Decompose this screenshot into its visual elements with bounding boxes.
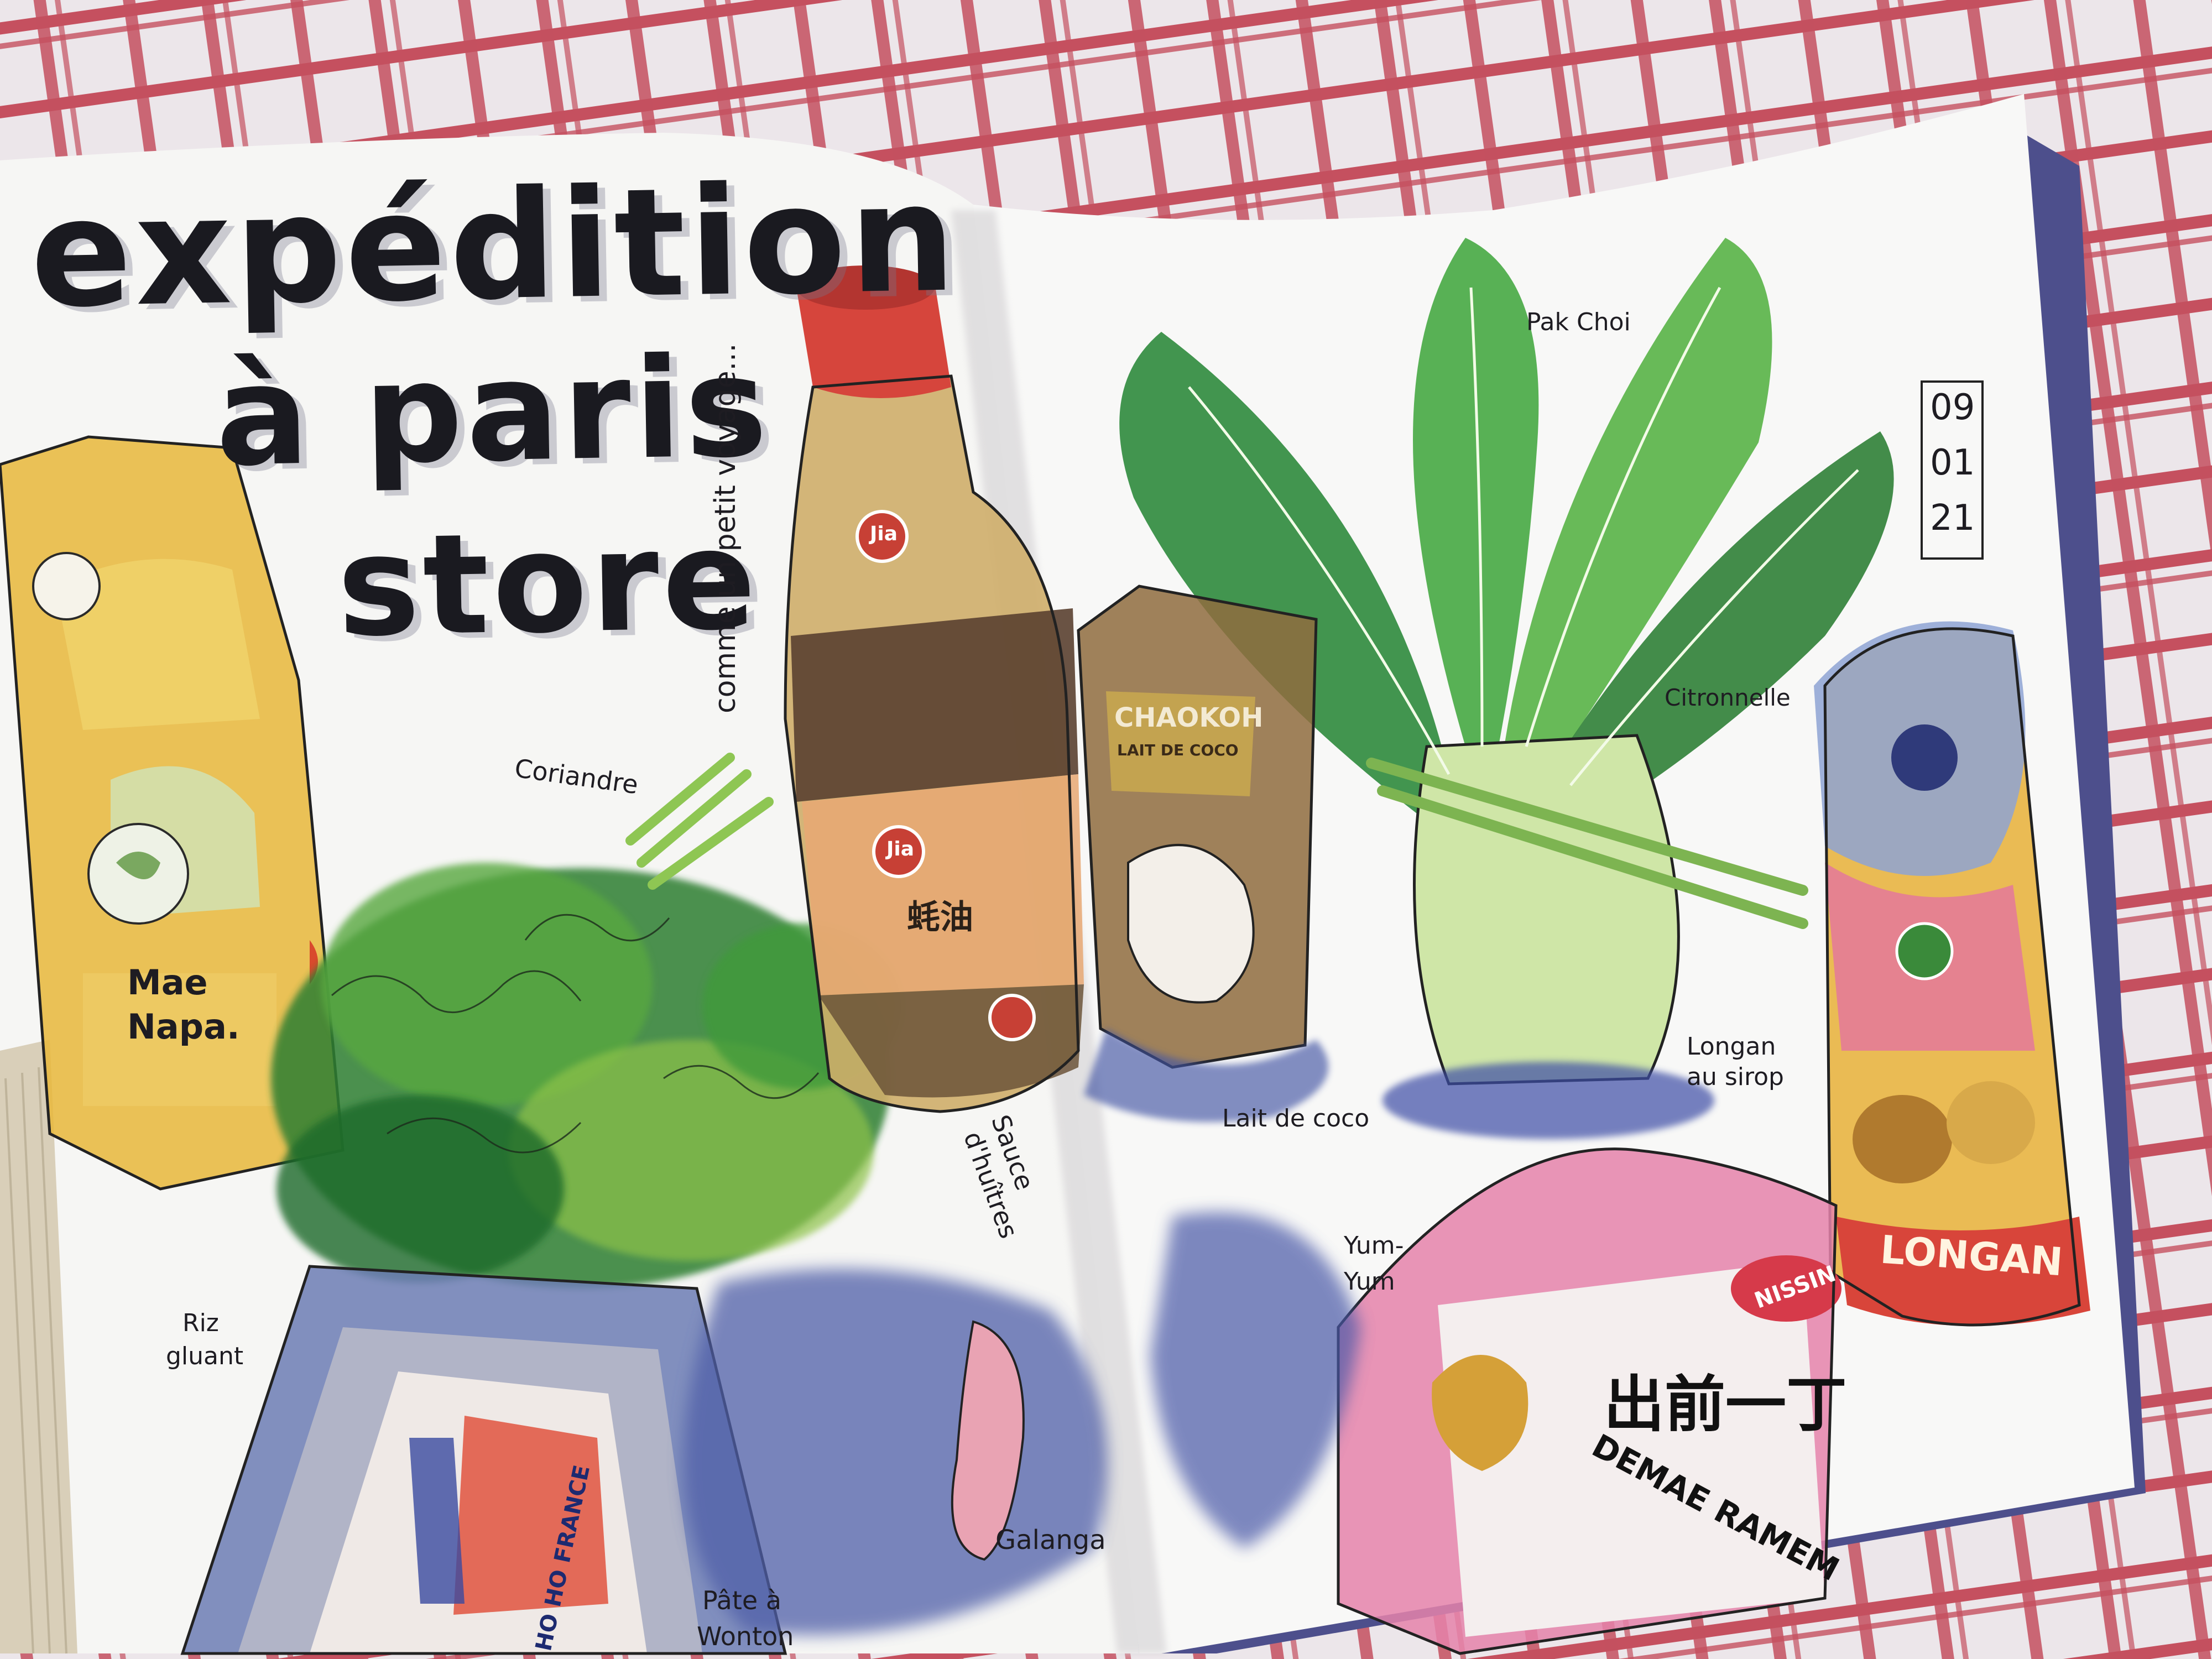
label-riz-1: Riz: [182, 1309, 219, 1337]
oyster-kanji: 蚝油: [907, 898, 973, 937]
mae-napa-text-2: Napa.: [127, 1006, 240, 1047]
title-line-3: store: [336, 499, 761, 667]
date-year: 21: [1930, 498, 1975, 539]
label-longan-1: Longan: [1687, 1032, 1776, 1061]
label-pate-2: Wonton: [697, 1621, 794, 1651]
jia-logo-text-2: Jia: [886, 838, 915, 860]
chaokoh-text: CHAOKOH: [1114, 702, 1264, 733]
subtitle: comme un petit voyage...: [709, 343, 742, 713]
label-riz-2: gluant: [166, 1342, 244, 1370]
mae-napa-text-1: Mae: [127, 962, 208, 1003]
coconut-milk-carton: [1077, 585, 1329, 1122]
label-yum-2: Yum: [1344, 1267, 1395, 1296]
jia-logo-text: Jia: [870, 523, 898, 545]
date-month: 01: [1930, 442, 1975, 483]
demae-kanji: 出前一丁: [1604, 1369, 1847, 1440]
label-longan-2: au sirop: [1687, 1063, 1784, 1091]
lait-coco-pack-text: LAIT DE COCO: [1117, 741, 1239, 759]
label-citronnelle: Citronnelle: [1665, 684, 1791, 711]
label-galanga: Galanga: [995, 1525, 1106, 1556]
title-line-1: expédition: [29, 150, 961, 341]
label-yum-1: Yum-: [1344, 1232, 1404, 1260]
label-pate-1: Pâte à: [702, 1585, 782, 1615]
label-pak-choi: Pak Choi: [1526, 308, 1631, 336]
title-line-2: à paris: [214, 326, 772, 497]
date-day: 09: [1930, 387, 1975, 428]
label-lait-de-coco: Lait de coco: [1222, 1104, 1370, 1133]
